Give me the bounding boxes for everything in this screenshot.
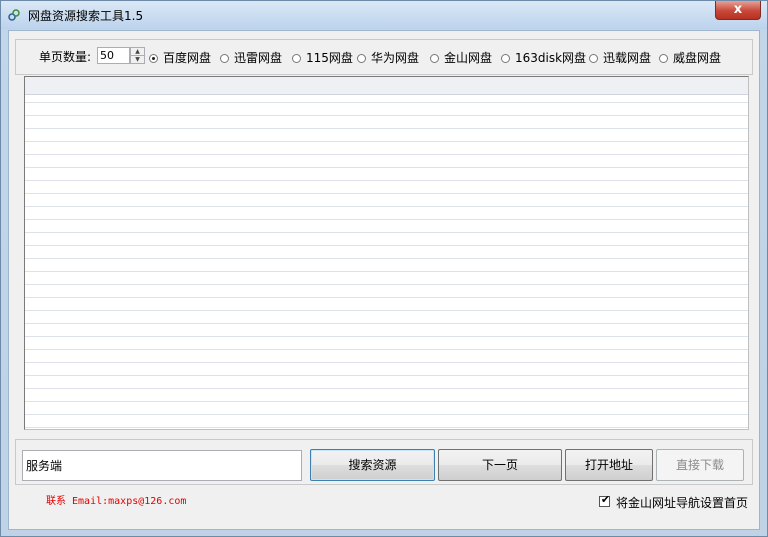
radio-icon xyxy=(292,54,301,63)
close-icon: x xyxy=(733,2,743,17)
radio-baidu[interactable]: 百度网盘 xyxy=(149,49,211,66)
radio-selected-icon xyxy=(149,54,158,63)
open-address-button[interactable]: 打开地址 xyxy=(565,449,653,481)
radio-label: 百度网盘 xyxy=(163,51,212,65)
stepper-up-icon[interactable]: ▲ xyxy=(131,48,144,56)
radio-icon xyxy=(589,54,598,63)
radio-label: 115网盘 xyxy=(306,51,353,65)
radio-icon xyxy=(659,54,668,63)
direct-download-button[interactable]: 直接下载 xyxy=(656,449,744,481)
radio-label: 迅载网盘 xyxy=(603,51,652,65)
contact-email: 联系 Email:maxps@126.com xyxy=(46,496,187,507)
stepper-down-icon[interactable]: ▼ xyxy=(131,56,144,63)
radio-weipan[interactable]: 威盘网盘 xyxy=(659,49,721,66)
homepage-checkbox[interactable]: ✔ xyxy=(599,493,611,507)
radio-icon xyxy=(357,54,366,63)
client-area: 单页数量: ▲ ▼ 百度网盘 迅雷网盘 115网盘 华为网盘 金山网盘 163d… xyxy=(8,30,760,530)
radio-icon xyxy=(220,54,229,63)
radio-label: 迅雷网盘 xyxy=(234,51,283,65)
page-count-stepper[interactable]: ▲ ▼ xyxy=(130,47,145,64)
radio-icon xyxy=(430,54,439,63)
server-input[interactable] xyxy=(22,450,302,481)
radio-jinshan[interactable]: 金山网盘 xyxy=(430,49,492,66)
radio-label: 威盘网盘 xyxy=(673,51,722,65)
radio-huawei[interactable]: 华为网盘 xyxy=(357,49,419,66)
check-icon: ✔ xyxy=(600,493,611,506)
page-count-input[interactable] xyxy=(97,47,130,64)
page-count-label: 单页数量: xyxy=(39,50,92,64)
radio-xunzai[interactable]: 迅载网盘 xyxy=(589,49,651,66)
radio-icon xyxy=(501,54,510,63)
title-bar[interactable]: 网盘资源搜索工具1.5 x xyxy=(1,1,767,29)
results-list-header xyxy=(25,77,748,95)
radio-label: 华为网盘 xyxy=(371,51,420,65)
radio-label: 金山网盘 xyxy=(444,51,493,65)
app-window: 网盘资源搜索工具1.5 x 单页数量: ▲ ▼ 百度网盘 迅雷网盘 115网盘 … xyxy=(0,0,768,537)
close-button[interactable]: x xyxy=(715,1,761,20)
homepage-checkbox-label[interactable]: 将金山网址导航设置首页 xyxy=(616,494,748,511)
search-button[interactable]: 搜索资源 xyxy=(310,449,435,481)
radio-xunlei[interactable]: 迅雷网盘 xyxy=(220,49,282,66)
radio-115[interactable]: 115网盘 xyxy=(292,49,353,66)
radio-163disk[interactable]: 163disk网盘 xyxy=(501,49,586,66)
radio-label: 163disk网盘 xyxy=(515,51,587,65)
results-list[interactable] xyxy=(24,76,749,430)
next-page-button[interactable]: 下一页 xyxy=(438,449,562,481)
app-icon xyxy=(8,9,20,21)
window-title: 网盘资源搜索工具1.5 xyxy=(28,9,144,23)
